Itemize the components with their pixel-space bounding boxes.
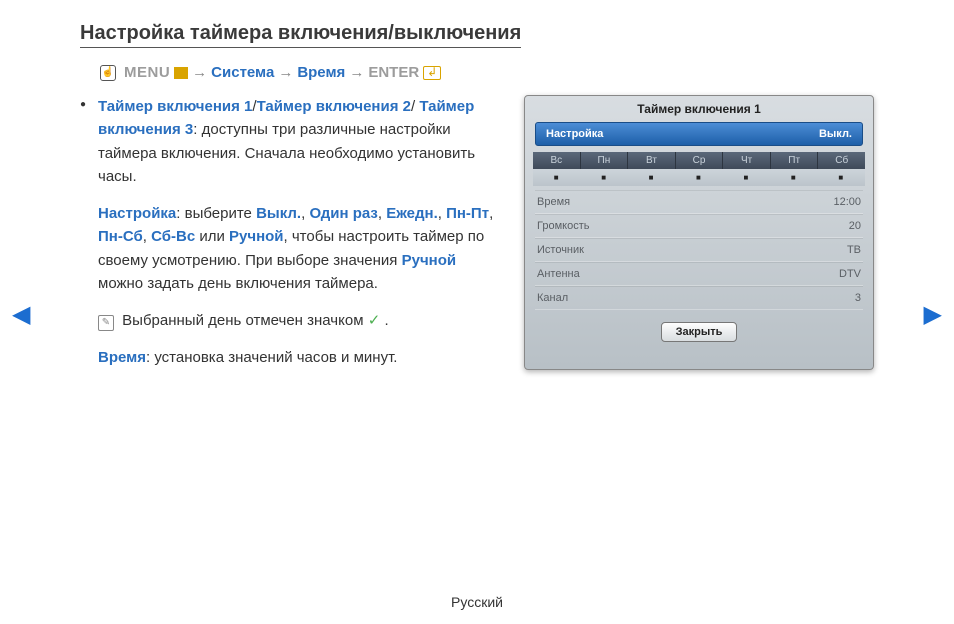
breadcrumb: ☝ MENU → Система → Время → ENTER (100, 64, 874, 81)
breadcrumb-time: Время (297, 64, 345, 81)
panel-row-time[interactable]: Время12:00 (535, 190, 863, 214)
time-desc: : установка значений часов и минут. (146, 349, 397, 366)
opt-ss: Сб-Вс (151, 228, 195, 245)
panel-bar-left: Настройка (546, 128, 603, 140)
day-header[interactable]: Пн (581, 152, 629, 169)
note-text: Выбранный день отмечен значком (122, 312, 368, 329)
opt-manual2: Ручной (402, 252, 457, 269)
time-label: Время (98, 349, 146, 366)
breadcrumb-arrow: → (192, 64, 207, 81)
next-page-arrow[interactable]: ▶ (924, 300, 942, 329)
footer-language: Русский (0, 594, 954, 610)
day-header[interactable]: Чт (723, 152, 771, 169)
day-mark[interactable]: ■ (675, 169, 722, 186)
day-mark[interactable]: ■ (770, 169, 817, 186)
day-mark[interactable]: ■ (723, 169, 770, 186)
day-mark[interactable]: ■ (533, 169, 580, 186)
panel-row-channel[interactable]: Канал3 (535, 286, 863, 310)
day-header[interactable]: Вс (533, 152, 581, 169)
day-header[interactable]: Пт (771, 152, 819, 169)
opt-mf: Пн-Пт (446, 205, 489, 222)
panel-setup-bar[interactable]: Настройка Выкл. (535, 122, 863, 146)
day-mark[interactable]: ■ (580, 169, 627, 186)
panel-bar-right: Выкл. (819, 128, 852, 140)
opt-ms: Пн-Сб (98, 228, 143, 245)
panel-row-antenna[interactable]: АнтеннаDTV (535, 262, 863, 286)
timer-panel: Таймер включения 1 Настройка Выкл. Вс Пн… (524, 95, 874, 370)
opt-daily: Ежедн. (386, 205, 438, 222)
page-title: Настройка таймера включения/выключения (80, 22, 521, 48)
day-mark-row: ■ ■ ■ ■ ■ ■ ■ (533, 169, 865, 186)
note-icon (98, 315, 114, 331)
enter-icon (423, 66, 441, 80)
panel-row-volume[interactable]: Громкость20 (535, 214, 863, 238)
opt-off: Выкл. (256, 205, 301, 222)
menu-icon (174, 67, 188, 79)
opt-manual: Ручной (229, 228, 284, 245)
opt-once: Один раз (309, 205, 377, 222)
remote-icon: ☝ (100, 65, 116, 81)
breadcrumb-arrow: → (349, 64, 364, 81)
day-mark[interactable]: ■ (818, 169, 865, 186)
close-button[interactable]: Закрыть (661, 322, 738, 342)
link-timer2: Таймер включения 2 (257, 98, 411, 115)
day-header[interactable]: Вт (628, 152, 676, 169)
day-header-row: Вс Пн Вт Ср Чт Пт Сб (533, 152, 865, 169)
day-mark[interactable]: ■ (628, 169, 675, 186)
breadcrumb-enter: ENTER (368, 64, 419, 81)
day-header[interactable]: Сб (818, 152, 865, 169)
breadcrumb-system: Система (211, 64, 274, 81)
prev-page-arrow[interactable]: ◀ (12, 300, 30, 329)
panel-row-source[interactable]: ИсточникТВ (535, 238, 863, 262)
link-timer1: Таймер включения 1 (98, 98, 252, 115)
setup-label: Настройка (98, 205, 176, 222)
breadcrumb-menu: MENU (124, 64, 170, 81)
panel-title: Таймер включения 1 (525, 96, 873, 122)
day-header[interactable]: Ср (676, 152, 724, 169)
check-icon: ✓ (368, 312, 381, 329)
body-text: Таймер включения 1/Таймер включения 2/ Т… (80, 95, 500, 370)
breadcrumb-arrow: → (278, 64, 293, 81)
